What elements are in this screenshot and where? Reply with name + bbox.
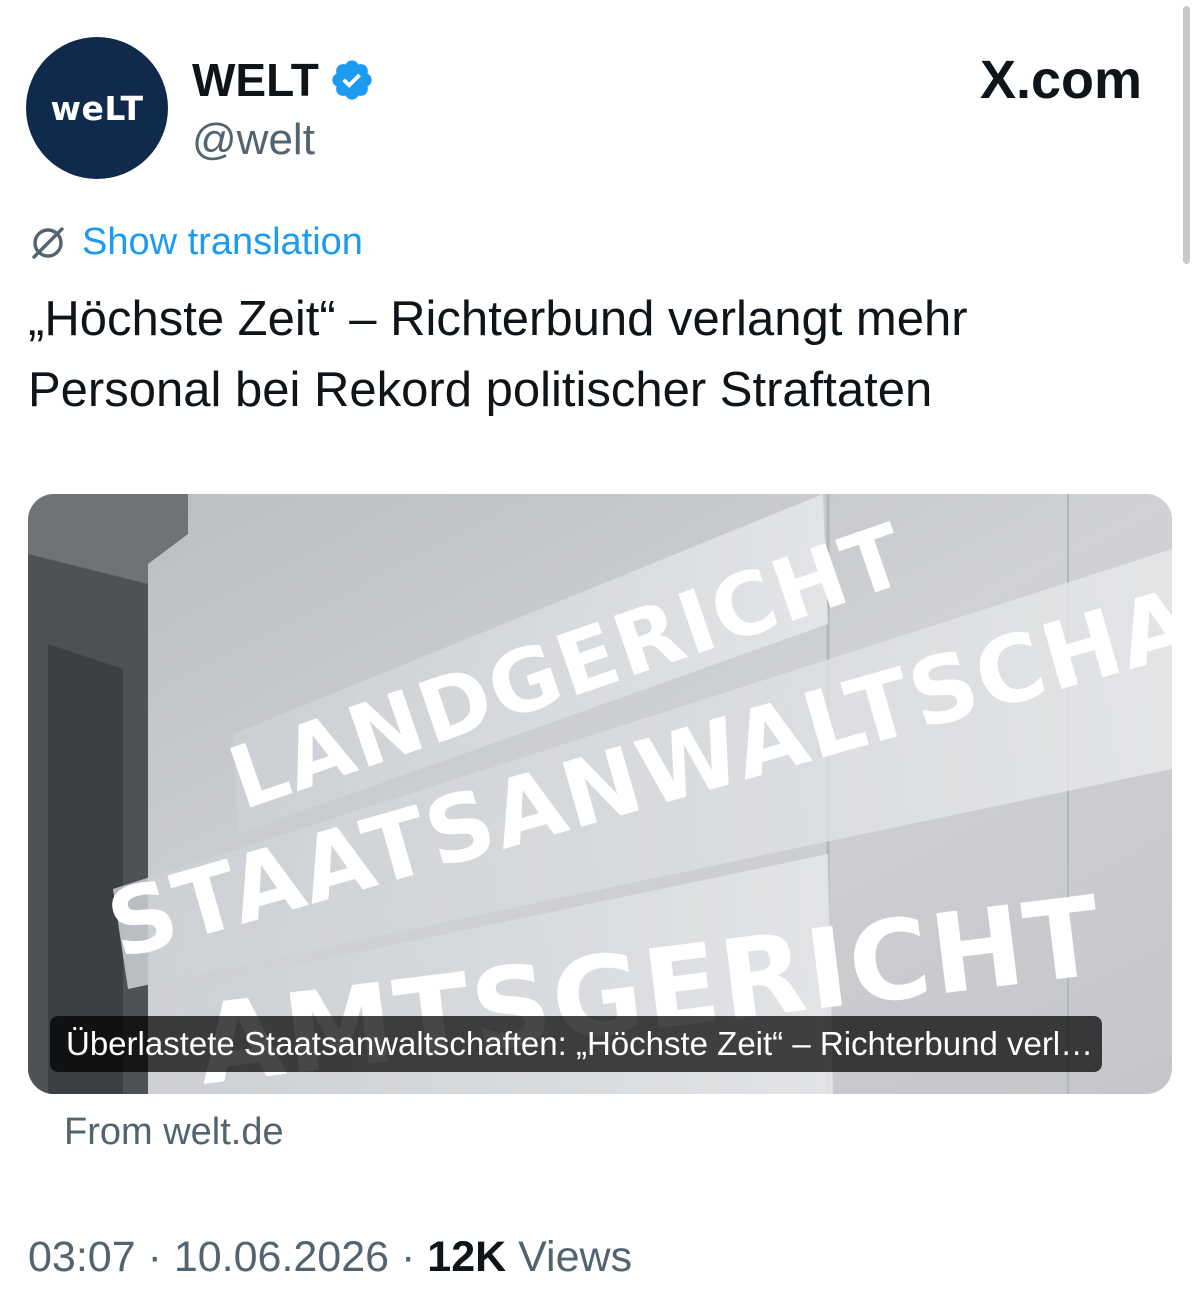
source-brand-label: X.com (979, 50, 1142, 110)
show-translation-button[interactable]: Show translation (28, 218, 363, 266)
card-caption[interactable]: Überlastete Staatsanwaltschaften: „Höchs… (50, 1016, 1102, 1072)
views-count: 12K (427, 1233, 507, 1281)
verified-badge-icon (332, 60, 372, 100)
views-label: Views (518, 1233, 633, 1281)
tweet-meta: 03:07 · 10.06.2026 · 12K Views (28, 1230, 632, 1284)
tweet-date[interactable]: 10.06.2026 (174, 1233, 389, 1281)
display-name[interactable]: WELT (192, 52, 319, 108)
scrollbar[interactable] (1183, 6, 1190, 264)
show-translation-label[interactable]: Show translation (82, 218, 363, 266)
author-name-row: WELT (192, 52, 375, 108)
avatar-logo-text: weLT (50, 88, 144, 128)
tweet-time[interactable]: 03:07 (28, 1233, 136, 1281)
card-image: LANDGERICHT STAATSANWALTSCHAFT AMTSGERIC… (28, 494, 1172, 1094)
translate-globe-icon (32, 227, 64, 259)
user-handle[interactable]: @welt (192, 114, 315, 166)
tweet-text: „Höchste Zeit“ – Richterbund verlangt me… (28, 292, 968, 417)
avatar[interactable]: weLT (26, 37, 168, 179)
meta-separator: · (147, 1233, 162, 1281)
card-source-domain[interactable]: From welt.de (64, 1108, 284, 1156)
meta-separator: · (401, 1233, 416, 1281)
link-preview-card[interactable]: LANDGERICHT STAATSANWALTSCHAFT AMTSGERIC… (28, 494, 1172, 1094)
